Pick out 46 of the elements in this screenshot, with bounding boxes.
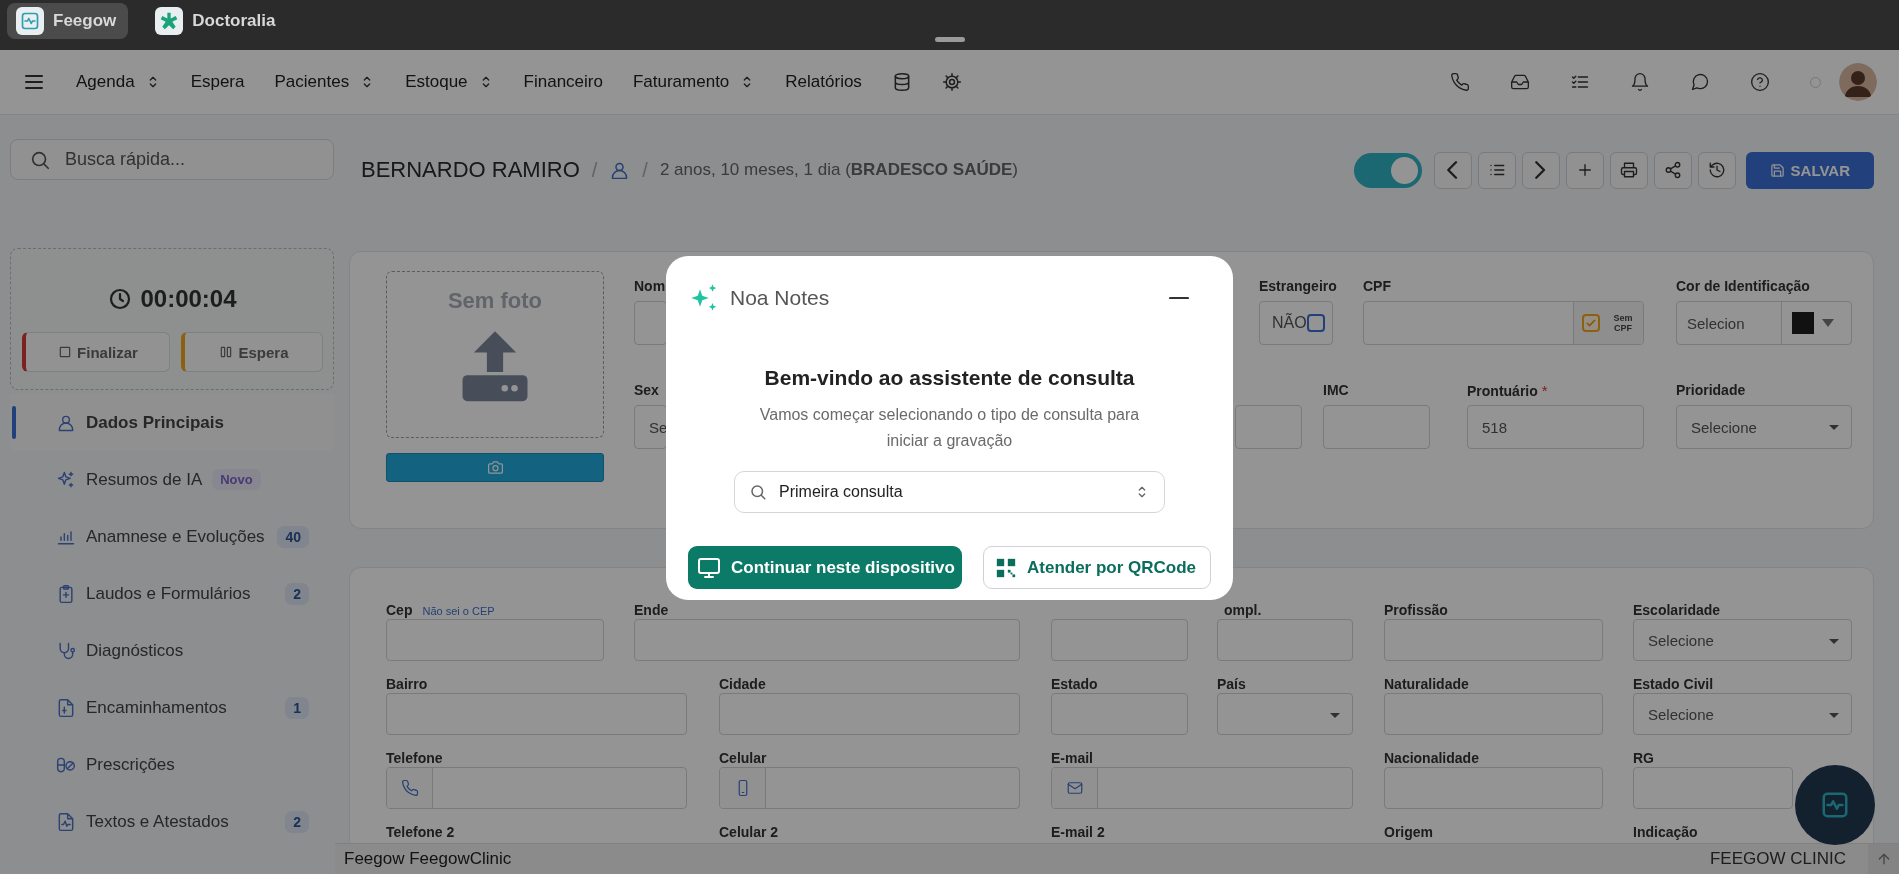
count-badge: 1 [285,696,309,719]
breadcrumb-separator: / [642,158,648,182]
field-label: Estado [1051,676,1098,693]
field-label: RG [1633,750,1654,767]
field-label: Prontuário [1467,383,1538,400]
field-label: Cidade [719,676,766,693]
field-label: Cep [386,602,413,619]
field-label: Naturalidade [1384,676,1469,693]
field-label: Profissão [1384,602,1448,619]
field-label: Bairro [386,676,428,693]
field-label: Prioridade [1676,382,1746,399]
patient-details: 2 anos, 10 meses, 1 dia (BRADESCO SAÚDE) [659,160,1018,180]
field-label: Cor de Identificação [1676,278,1810,295]
field-label: Estrangeiro [1259,278,1337,295]
field-label: Escolaridade [1633,602,1721,619]
field-label: Celular [719,750,767,767]
count-badge: 40 [277,525,309,548]
modal-text: Vamos começar selecionando o tipo de consulta para iniciar a gravação [758,405,1141,451]
new-tag: Novo [212,469,261,490]
modal-title: Noa Notes [730,286,830,310]
modal-heading: Bem-vindo ao assistente de consulta [763,365,1136,391]
field-label: CPF [1363,278,1391,295]
field-label: Celular 2 [719,824,779,841]
required-mark: * [1541,382,1548,399]
footer-brand: FEEGOW CLINIC [1710,849,1846,869]
field-label: E-mail 2 [1051,824,1105,841]
field-label: E-mail [1051,750,1093,767]
field-label: País [1217,676,1246,693]
breadcrumb-separator: / [591,158,598,182]
field-label: Telefone [386,750,443,767]
patient-name: BERNARDO RAMIRO [361,157,580,183]
field-label: Telefone 2 [386,824,455,841]
field-label: Ende [634,602,669,619]
footer-text: Feegow FeegowClinic [344,849,512,869]
field-label: Indicação [1633,824,1698,841]
field-label: Estado Civil [1633,676,1714,693]
field-label: ompl. [1224,602,1262,619]
field-label: Nom [634,278,666,295]
field-label: IMC [1323,382,1349,399]
checkbox-label: Sem CPF [1612,313,1634,333]
timer-text: 00:00:04 [140,285,237,313]
count-badge: 2 [285,810,309,833]
field-label: Sex [634,382,659,399]
field-label: Nacionalidade [1384,750,1479,767]
count-badge: 2 [285,582,309,605]
field-label: Origem [1384,824,1433,841]
